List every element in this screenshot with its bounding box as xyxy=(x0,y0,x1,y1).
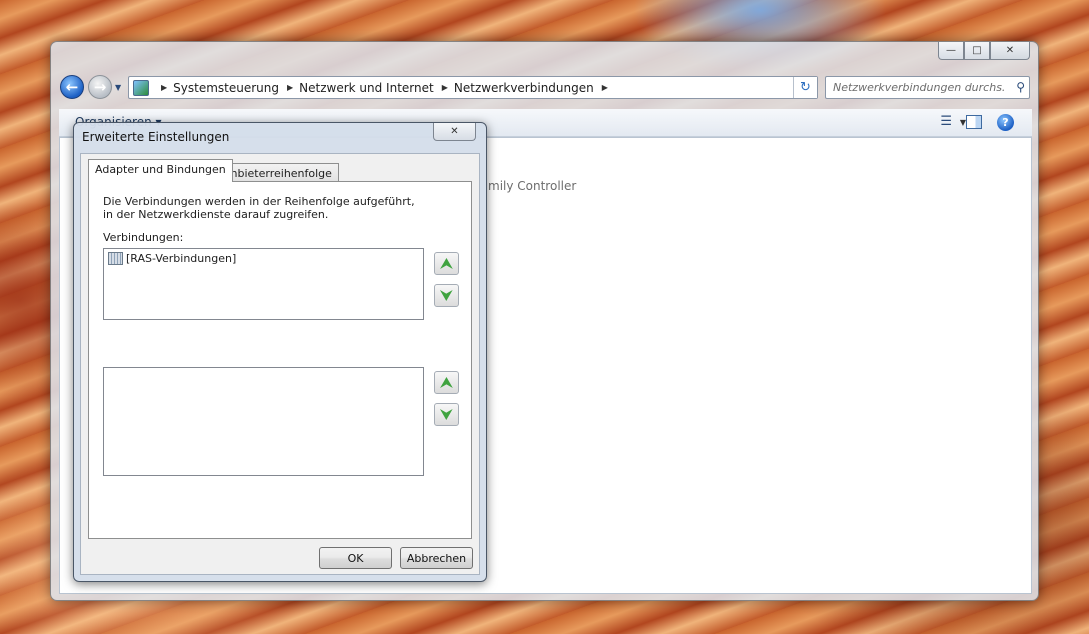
close-button[interactable]: ✕ xyxy=(990,42,1030,60)
bindings-tree[interactable] xyxy=(103,367,424,476)
ras-connections-icon xyxy=(108,252,123,265)
search-input[interactable] xyxy=(833,81,1005,94)
change-view-icon[interactable]: ☰ xyxy=(940,114,952,129)
refresh-icon[interactable]: ↻ xyxy=(793,77,817,98)
binding-move-up-button[interactable]: ⮝ xyxy=(434,371,459,394)
control-panel-icon xyxy=(133,79,149,96)
binding-move-down-button[interactable]: ⮟ xyxy=(434,403,459,426)
connections-listbox[interactable]: [RAS-Verbindungen] xyxy=(103,248,424,320)
advanced-settings-dialog: Erweiterte Einstellungen ✕ Adapter und B… xyxy=(73,122,487,582)
preview-pane-icon[interactable] xyxy=(966,115,982,129)
search-box[interactable]: ⚲ xyxy=(825,76,1030,99)
help-icon[interactable]: ? xyxy=(997,114,1014,131)
search-icon[interactable]: ⚲ xyxy=(1016,80,1025,94)
breadcrumb-item-netzwerk-und-internet[interactable]: Netzwerk und Internet xyxy=(299,81,434,95)
breadcrumb-item-systemsteuerung[interactable]: Systemsteuerung xyxy=(173,81,279,95)
tab-adapter-und-bindungen[interactable]: Adapter und Bindungen xyxy=(88,159,233,182)
breadcrumb-separator-icon[interactable]: ▶ xyxy=(442,83,448,92)
dialog-body: Adapter und Bindungen Anbieterreihenfolg… xyxy=(80,153,480,575)
connections-label: Verbindungen: xyxy=(103,231,184,244)
move-down-button[interactable]: ⮟ xyxy=(434,284,459,307)
dialog-title: Erweiterte Einstellungen xyxy=(82,130,230,144)
list-item[interactable]: [RAS-Verbindungen] xyxy=(108,252,236,265)
connections-description: Die Verbindungen werden in der Reihenfol… xyxy=(103,195,415,221)
breadcrumb-separator-icon[interactable]: ▶ xyxy=(161,83,167,92)
move-up-button[interactable]: ⮝ xyxy=(434,252,459,275)
breadcrumb: ▶ Systemsteuerung ▶ Netzwerk und Interne… xyxy=(153,81,614,95)
address-bar[interactable]: ▶ Systemsteuerung ▶ Netzwerk und Interne… xyxy=(128,76,818,99)
forward-arrow-icon[interactable]: → xyxy=(88,75,112,99)
history-dropdown-icon[interactable]: ▼ xyxy=(115,83,121,92)
tab-panel: Die Verbindungen werden in der Reihenfol… xyxy=(88,181,472,539)
ok-button[interactable]: OK xyxy=(319,547,392,569)
tab-anbieterreihenfolge[interactable]: Anbieterreihenfolge xyxy=(216,163,339,182)
minimize-button[interactable]: — xyxy=(938,42,964,60)
back-arrow-icon[interactable]: ← xyxy=(60,75,84,99)
connection-item-partial-label[interactable]: mily Controller xyxy=(488,179,576,193)
cancel-button[interactable]: Abbrechen xyxy=(400,547,473,569)
maximize-button[interactable]: □ xyxy=(964,42,990,60)
dialog-close-button[interactable]: ✕ xyxy=(433,123,476,141)
list-item-label: [RAS-Verbindungen] xyxy=(126,252,237,265)
breadcrumb-item-netzwerkverbindungen[interactable]: Netzwerkverbindungen xyxy=(454,81,594,95)
window-controls: — □ ✕ xyxy=(938,42,1030,60)
breadcrumb-separator-icon[interactable]: ▶ xyxy=(287,83,293,92)
breadcrumb-separator-icon[interactable]: ▶ xyxy=(602,83,608,92)
